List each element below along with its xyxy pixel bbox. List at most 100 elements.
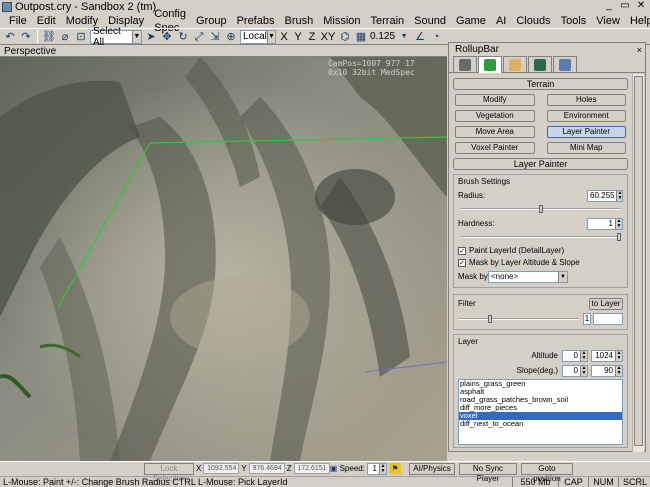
slope-max-input[interactable]: 90 ▲ ▼: [591, 364, 623, 377]
select-mode-combo[interactable]: Select All ▼: [90, 26, 142, 48]
terrain-follow-icon[interactable]: ⚑: [388, 463, 401, 474]
radius-input[interactable]: 60.255 ▲ ▼: [587, 189, 623, 202]
layer-painter-button[interactable]: Layer Painter: [546, 126, 626, 138]
filter-slider-thumb[interactable]: [488, 314, 492, 323]
tab-display[interactable]: [528, 56, 552, 72]
menu-tools[interactable]: Tools: [556, 14, 592, 28]
paint-layer-checkbox[interactable]: ✓: [458, 246, 466, 255]
menu-mission[interactable]: Mission: [318, 14, 365, 28]
grid-icon[interactable]: ▦: [354, 30, 368, 44]
chevron-down-icon[interactable]: ▼: [397, 30, 411, 44]
mask-checkbox-row[interactable]: ✓ Mask by Layer Altitude & Slope: [458, 257, 623, 268]
physics-icon[interactable]: ◔: [429, 30, 443, 44]
spinner-arrows-icon[interactable]: ▲ ▼: [615, 350, 622, 361]
mask-by-combo[interactable]: <none> ▼: [488, 270, 568, 283]
speed-input[interactable]: 1 ▲ ▼: [366, 462, 387, 475]
menu-prefabs[interactable]: Prefabs: [232, 14, 280, 28]
altitude-max-input[interactable]: 1024 ▲ ▼: [591, 349, 623, 362]
altitude-min-input[interactable]: 0 ▲ ▼: [562, 349, 588, 362]
filter-slider[interactable]: [458, 314, 579, 323]
snap-icon[interactable]: ⇲: [208, 30, 222, 44]
unlink-icon[interactable]: ⌀: [58, 30, 72, 44]
hardness-slider-thumb[interactable]: [617, 233, 621, 241]
tab-layers[interactable]: [553, 56, 577, 72]
layer-painter-section-header[interactable]: Layer Painter: [453, 158, 628, 170]
no-sync-player-button[interactable]: No Sync Player: [458, 462, 517, 483]
menu-terrain[interactable]: Terrain: [366, 14, 410, 28]
scrollbar-thumb[interactable]: [634, 76, 643, 446]
menu-ai[interactable]: AI: [491, 14, 511, 28]
minimize-icon[interactable]: _: [602, 0, 616, 12]
filter-layer-input[interactable]: [593, 312, 623, 325]
goto-position-button[interactable]: Goto position: [520, 462, 573, 483]
coord-system-combo[interactable]: Local ▼: [240, 29, 276, 44]
spinner-arrows-icon[interactable]: ▲ ▼: [580, 365, 587, 376]
viewport-label[interactable]: Perspective: [0, 46, 56, 57]
axis-x-button[interactable]: X: [278, 31, 290, 43]
spinner-arrows-icon[interactable]: ▲ ▼: [580, 350, 587, 361]
spinner-arrows-icon[interactable]: ▲ ▼: [378, 463, 386, 474]
redo-icon[interactable]: ↷: [19, 30, 33, 44]
scale-icon[interactable]: ⤢: [192, 30, 206, 44]
axis-y-button[interactable]: Y: [292, 31, 304, 43]
menu-brush[interactable]: Brush: [279, 14, 318, 28]
chevron-down-icon[interactable]: ▼: [558, 271, 567, 282]
align-icon[interactable]: ⊕: [224, 30, 238, 44]
environment-button[interactable]: Environment: [546, 110, 626, 122]
tab-terrain[interactable]: [478, 56, 502, 73]
tab-modeling[interactable]: [503, 56, 527, 72]
grid-size-value[interactable]: 0.125: [370, 31, 395, 42]
chevron-down-icon[interactable]: ▼: [131, 30, 141, 43]
menu-game[interactable]: Game: [451, 14, 491, 28]
spinner-arrows-icon[interactable]: ▲ ▼: [616, 190, 623, 201]
mask-altitude-slope-checkbox[interactable]: ✓: [458, 258, 466, 267]
lock-icon[interactable]: ▣: [330, 462, 338, 476]
radius-slider[interactable]: [460, 205, 621, 213]
menu-edit[interactable]: Edit: [32, 14, 61, 28]
mini-map-button[interactable]: Mini Map: [546, 142, 626, 154]
hardness-slider[interactable]: [460, 233, 621, 241]
slope-min-input[interactable]: 0 ▲ ▼: [562, 364, 588, 377]
ai-physics-button[interactable]: AI/Physics: [408, 462, 455, 475]
link-icon[interactable]: ⛓: [42, 30, 56, 44]
axis-z-button[interactable]: Z: [306, 31, 318, 43]
undo-icon[interactable]: ↶: [3, 30, 17, 44]
tab-objects[interactable]: [453, 56, 477, 72]
terrain-section-header[interactable]: Terrain: [453, 78, 628, 90]
list-item[interactable]: diff_more_pieces: [459, 404, 622, 412]
voxel-painter-button[interactable]: Voxel Painter: [455, 142, 535, 154]
holes-button[interactable]: Holes: [546, 94, 626, 106]
menu-clouds[interactable]: Clouds: [511, 14, 555, 28]
menu-group[interactable]: Group: [191, 14, 232, 28]
axis-xy-button[interactable]: XY: [320, 31, 336, 43]
x-coordinate-field[interactable]: 1092.554: [203, 463, 240, 474]
spinner-arrows-icon[interactable]: ▲ ▼: [615, 365, 622, 376]
lock-selection-button[interactable]: Lock Selection: [144, 462, 194, 483]
maximize-icon[interactable]: ▭: [618, 0, 632, 12]
layer-list[interactable]: plains_grass_green asphalt road_grass_patc…: [458, 379, 623, 445]
menu-view[interactable]: View: [591, 14, 625, 28]
vegetation-button[interactable]: Vegetation: [455, 110, 535, 122]
filter-value-box[interactable]: 1: [583, 312, 591, 325]
y-coordinate-field[interactable]: 976.4694: [248, 463, 285, 474]
menu-sound[interactable]: Sound: [409, 14, 451, 28]
terrain-snap-icon[interactable]: ⌬: [338, 30, 352, 44]
select-cursor-icon[interactable]: ➤: [144, 30, 158, 44]
paint-layer-checkbox-row[interactable]: ✓ Paint LayerId (DetailLayer): [458, 245, 623, 256]
radius-slider-thumb[interactable]: [539, 205, 543, 213]
rollup-scrollbar[interactable]: [632, 74, 644, 452]
lock-icon[interactable]: ⊡: [74, 30, 88, 44]
close-icon[interactable]: ×: [637, 45, 642, 55]
list-item[interactable]: diff_next_to_ocean: [459, 420, 622, 428]
chevron-down-icon[interactable]: ▼: [266, 30, 275, 43]
menu-help[interactable]: Help: [625, 14, 650, 28]
close-icon[interactable]: ✕: [634, 0, 648, 12]
modify-button[interactable]: Modify: [455, 94, 535, 106]
to-layer-button[interactable]: to Layer: [589, 297, 623, 310]
move-area-button[interactable]: Move Area: [455, 126, 535, 138]
spinner-arrows-icon[interactable]: ▲ ▼: [615, 218, 622, 229]
angle-snap-icon[interactable]: ∠: [413, 30, 427, 44]
move-icon[interactable]: ✥: [160, 30, 174, 44]
hardness-input[interactable]: 1 ▲ ▼: [587, 217, 623, 230]
z-coordinate-field[interactable]: 172.6151: [293, 463, 330, 474]
